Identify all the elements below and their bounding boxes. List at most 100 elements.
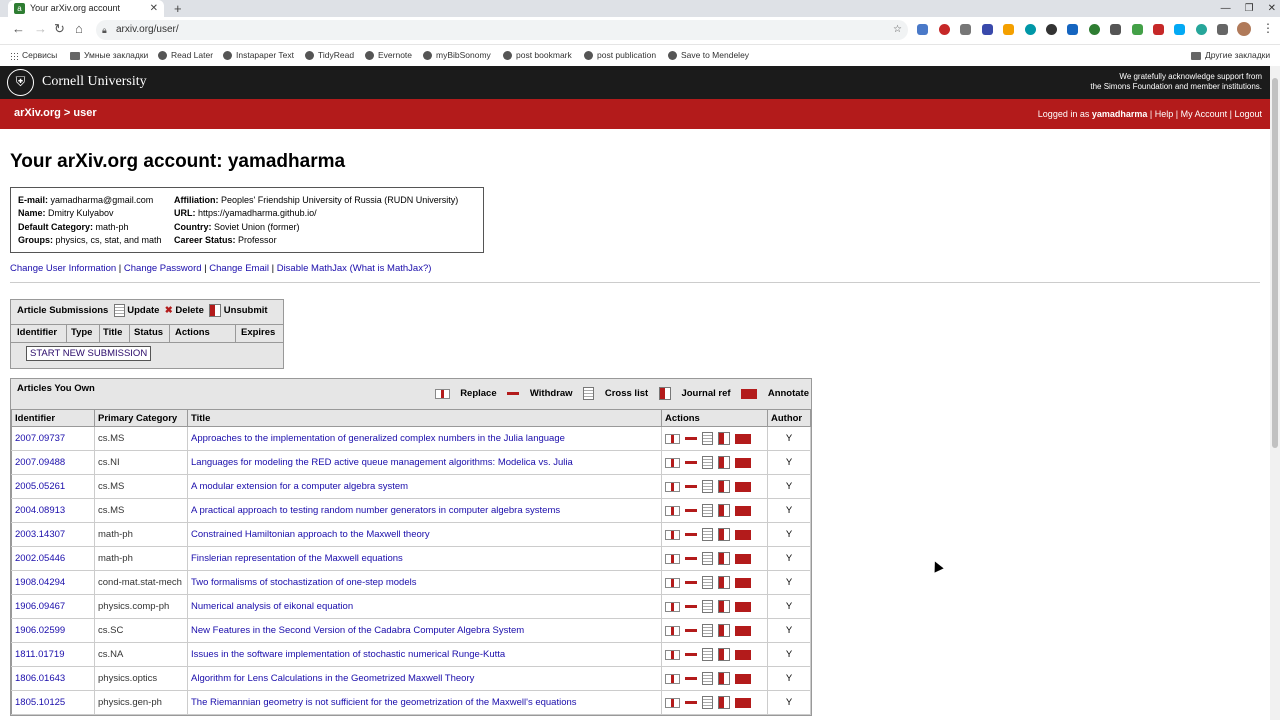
back-icon[interactable]: ← [12,21,25,36]
annotate-icon[interactable] [735,481,751,492]
replace-icon[interactable] [665,697,680,708]
bookmark-star-icon[interactable]: ☆ [893,20,902,40]
title-link[interactable]: Approaches to the implementation of gene… [191,433,565,444]
bookmark-item[interactable]: Instapaper Text [223,50,294,61]
identifier-link[interactable]: 1906.02599 [15,625,65,636]
journal-ref-icon[interactable] [718,456,730,469]
browser-tab[interactable]: a Your arXiv.org account ✕ [8,0,164,17]
scrollbar-thumb[interactable] [1272,78,1278,448]
cross-list-icon[interactable] [702,576,713,589]
pocket-extension-icon[interactable] [960,24,971,35]
journal-ref-icon[interactable] [718,600,730,613]
identifier-link[interactable]: 2005.05261 [15,481,65,492]
annotate-icon[interactable] [735,529,751,540]
minimize-icon[interactable]: — [1221,3,1231,14]
journal-ref-icon[interactable] [718,528,730,541]
grammarly-extension-icon[interactable] [1196,24,1207,35]
journal-ref-icon[interactable] [718,504,730,517]
bookmark-item[interactable]: Save to Mendeley [668,50,749,61]
identifier-link[interactable]: 1906.09467 [15,601,65,612]
annotate-icon[interactable] [735,553,751,564]
withdraw-icon[interactable] [685,653,697,656]
forward-icon[interactable]: → [34,21,47,36]
cross-list-icon[interactable] [702,504,713,517]
identifier-link[interactable]: 2003.14307 [15,529,65,540]
annotate-icon[interactable] [735,625,751,636]
annotate-icon[interactable] [735,577,751,588]
withdraw-icon[interactable] [685,677,697,680]
reload-icon[interactable]: ↻ [54,21,65,37]
title-link[interactable]: A practical approach to testing random n… [191,505,560,516]
annotate-icon[interactable] [735,697,751,708]
identifier-link[interactable]: 1806.01643 [15,673,65,684]
identifier-link[interactable]: 2007.09737 [15,433,65,444]
bookmark-item[interactable]: post bookmark [503,50,572,61]
cross-list-icon[interactable] [702,672,713,685]
replace-icon[interactable] [665,505,680,516]
cross-list-icon[interactable] [702,432,713,445]
extension-icon[interactable] [1003,24,1014,35]
disable-mathjax-link[interactable]: Disable MathJax [277,263,347,274]
replace-icon[interactable] [665,625,680,636]
replace-icon[interactable] [665,553,680,564]
change-password-link[interactable]: Change Password [124,263,202,274]
close-window-icon[interactable]: ✕ [1268,3,1276,14]
bookmark-item[interactable]: Умные закладки [70,50,148,60]
journal-ref-icon[interactable] [718,480,730,493]
identifier-link[interactable]: 2004.08913 [15,505,65,516]
identifier-link[interactable]: 1908.04294 [15,577,65,588]
title-link[interactable]: Algorithm for Lens Calculations in the G… [191,673,474,684]
withdraw-icon[interactable] [685,605,697,608]
browser-menu-icon[interactable]: ⋮ [1262,21,1274,35]
what-is-mathjax-link[interactable]: (What is MathJax?) [350,263,432,274]
title-link[interactable]: Two formalisms of stochastization of one… [191,577,416,588]
extension-icon[interactable] [1132,24,1143,35]
translate-extension-icon[interactable] [917,24,928,35]
identifier-link[interactable]: 2002.05446 [15,553,65,564]
evernote-extension-icon[interactable] [1089,24,1100,35]
title-link[interactable]: Finslerian representation of the Maxwell… [191,553,403,564]
close-tab-icon[interactable]: ✕ [150,0,158,17]
withdraw-icon[interactable] [685,629,697,632]
replace-icon[interactable] [665,433,680,444]
bookmark-item[interactable]: Сервисы [10,50,57,60]
withdraw-icon[interactable] [685,461,697,464]
extension-icon[interactable] [1110,24,1121,35]
journal-ref-icon[interactable] [718,696,730,709]
help-link[interactable]: Help [1155,109,1174,119]
university-name[interactable]: Cornell University [42,74,147,90]
title-link[interactable]: New Features in the Second Version of th… [191,625,524,636]
journal-ref-icon[interactable] [718,432,730,445]
withdraw-icon[interactable] [685,533,697,536]
annotate-icon[interactable] [735,673,751,684]
annotate-icon[interactable] [735,649,751,660]
withdraw-icon[interactable] [685,557,697,560]
page-scrollbar[interactable] [1270,66,1280,720]
cross-list-icon[interactable] [702,456,713,469]
withdraw-icon[interactable] [685,581,697,584]
annotate-icon[interactable] [735,433,751,444]
cornell-seal-logo[interactable]: ⛨ [7,69,34,96]
title-link[interactable]: Languages for modeling the RED active qu… [191,457,573,468]
cross-list-icon[interactable] [702,648,713,661]
annotate-icon[interactable] [735,457,751,468]
journal-ref-icon[interactable] [718,552,730,565]
breadcrumb[interactable]: arXiv.org > user [14,107,97,119]
my-account-link[interactable]: My Account [1181,109,1228,119]
identifier-link[interactable]: 2007.09488 [15,457,65,468]
download-extension-icon[interactable] [1067,24,1078,35]
withdraw-icon[interactable] [685,485,697,488]
bookmark-item[interactable]: Evernote [365,50,412,61]
bookmark-item[interactable]: TidyRead [305,50,354,61]
bookmark-item[interactable]: myBibSonomy [423,50,491,61]
profile-avatar[interactable] [1237,22,1251,36]
cross-list-icon[interactable] [702,528,713,541]
cross-list-icon[interactable] [702,696,713,709]
replace-icon[interactable] [665,529,680,540]
change-user-info-link[interactable]: Change User Information [10,263,116,274]
change-email-link[interactable]: Change Email [209,263,269,274]
extension-icon[interactable] [1174,24,1185,35]
annotate-icon[interactable] [735,505,751,516]
extension-icon[interactable] [1025,24,1036,35]
title-link[interactable]: Numerical analysis of eikonal equation [191,601,353,612]
